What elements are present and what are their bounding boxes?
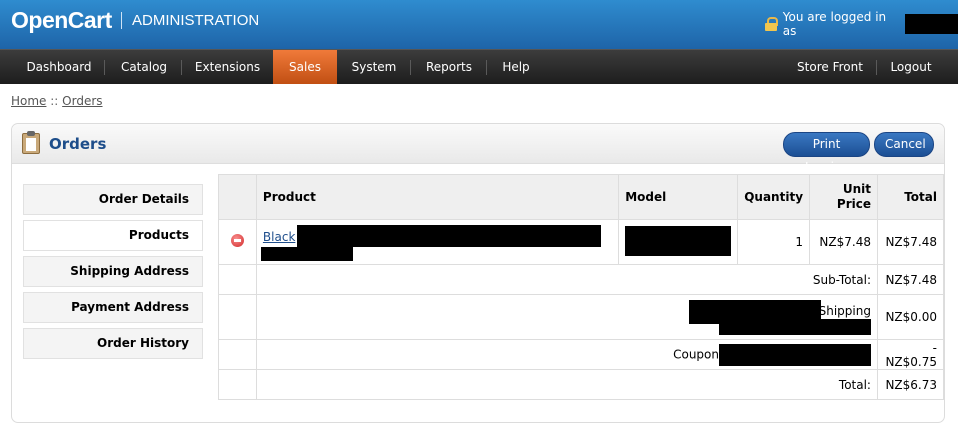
nav-divider [876,60,877,75]
clipboard-icon [22,131,40,154]
coupon-label-cell: Coupon [255,339,878,370]
nav-system[interactable]: System [340,50,408,84]
blank-cell [218,339,257,370]
table-row: Black 1 NZ$7.48 NZ$7.48 [218,219,945,265]
shipping-row: Shipping NZ$0.00 [218,294,945,340]
breadcrumb-separator: :: [46,94,63,108]
breadcrumb-orders-link[interactable]: Orders [62,94,102,108]
subtotal-value: NZ$7.48 [876,264,945,295]
panel-header: Orders Print Invoice Cancel [12,124,944,174]
breadcrumb-home-link[interactable]: Home [11,94,46,108]
blank-cell [218,264,257,295]
orders-panel: Orders Print Invoice Cancel Order Detail… [11,123,945,423]
top-header: OpenCart ADMINISTRATION You are logged i… [0,0,958,49]
order-products-table: Product Model Quantity Unit Price Total B… [218,174,945,400]
nav-dashboard[interactable]: Dashboard [15,50,103,84]
header-unit-price-line2: Price [836,197,871,211]
lock-icon [764,17,779,31]
main-nav: Dashboard Catalog Extensions Sales Syste… [0,49,958,84]
unit-price-cell: NZ$7.48 [809,219,878,265]
logo-divider [121,12,122,29]
header-total: Total [876,174,945,220]
total-cell: NZ$7.48 [876,219,945,265]
blank-cell [218,294,257,340]
nav-logout[interactable]: Logout [882,50,940,84]
page-title: Orders [49,135,107,153]
nav-extensions[interactable]: Extensions [185,50,270,84]
nav-sales[interactable]: Sales [273,50,337,84]
nav-help[interactable]: Help [490,50,542,84]
subtotal-row: Sub-Total: NZ$7.48 [218,264,945,295]
remove-icon[interactable] [230,234,244,247]
nav-divider [104,60,105,75]
redacted-shipping-detail [718,319,871,335]
shipping-label-cell: Shipping [255,294,878,340]
remove-cell [218,219,257,265]
nav-catalog[interactable]: Catalog [108,50,180,84]
coupon-value: -NZ$0.75 [876,339,945,370]
nav-divider [410,60,411,75]
total-row: Total: NZ$6.73 [218,369,945,400]
subtotal-label: Sub-Total: [255,264,878,295]
login-status: You are logged in as [764,10,958,38]
total-label: Total: [255,369,878,400]
header-unit-price: Unit Price [809,174,878,220]
administration-label: ADMINISTRATION [132,12,260,29]
header-product: Product [255,174,620,220]
header-model: Model [618,174,739,220]
logged-in-text: You are logged in as [782,10,887,38]
shipping-value: NZ$0.00 [876,294,945,340]
product-link[interactable]: Black [263,230,295,244]
tab-shipping-address[interactable]: Shipping Address [23,256,203,287]
opencart-logo[interactable]: OpenCart [11,7,112,34]
nav-divider [181,60,182,75]
print-invoice-button[interactable]: Print Invoice [783,132,870,174]
nav-store-front[interactable]: Store Front [790,50,870,84]
redacted-coupon-code [718,343,871,366]
shipping-label: Shipping [818,304,871,318]
total-value: NZ$6.73 [876,369,945,400]
header-quantity: Quantity [737,174,811,220]
tab-payment-address[interactable]: Payment Address [23,292,203,323]
nav-divider [486,60,487,75]
redacted-product-option [260,247,353,261]
cancel-button[interactable]: Cancel [874,132,934,157]
redacted-model [625,225,732,256]
product-cell: Black [255,219,620,265]
blank-cell [218,369,257,400]
coupon-label: Coupon [673,347,719,361]
tab-products[interactable]: Products [23,220,203,251]
coupon-row: Coupon -NZ$0.75 [218,339,945,370]
breadcrumb: Home :: Orders [11,94,103,108]
tab-order-history[interactable]: Order History [23,328,203,359]
quantity-cell: 1 [737,219,811,265]
tab-order-details[interactable]: Order Details [23,184,203,215]
header-unit-price-line1: Unit [842,182,871,196]
table-header-row: Product Model Quantity Unit Price Total [218,174,945,220]
header-blank [218,174,257,220]
nav-reports[interactable]: Reports [414,50,484,84]
redacted-username [904,14,958,34]
model-cell [618,219,739,265]
redacted-product-name [296,225,601,247]
